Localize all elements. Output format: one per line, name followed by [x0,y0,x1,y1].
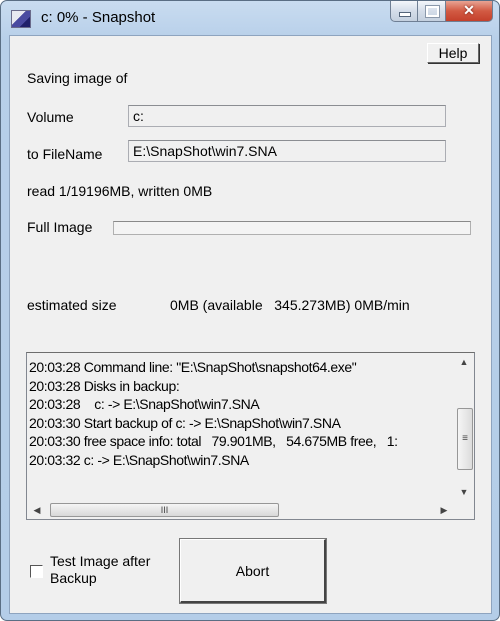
abort-button[interactable]: Abort [179,538,327,604]
caption-buttons: ✕ [390,1,493,22]
saving-heading: Saving image of [27,70,128,86]
maximize-button[interactable] [418,1,446,22]
close-button[interactable]: ✕ [446,1,493,22]
log-line: 20:03:28 c: -> E:\SnapShot\win7.SNA [29,396,260,412]
test-image-label-line2: Backup [50,570,97,586]
test-image-checkbox[interactable] [30,565,43,578]
estimated-size-value: 0MB (available 345.273MB) 0MB/min [170,297,410,313]
scroll-up-icon[interactable]: ▲ [456,357,472,367]
scroll-right-icon[interactable]: ▶ [436,505,452,516]
grip-icon: III [160,505,169,515]
log-line: 20:03:32 c: -> E:\SnapShot\win7.SNA [29,451,249,468]
volume-label: Volume [27,109,74,125]
log-line: 20:03:28 Disks in backup: [29,377,180,394]
scroll-left-icon[interactable]: ◀ [29,505,45,516]
close-icon: ✕ [463,2,475,18]
test-image-label-line1: Test Image after [50,553,151,569]
dialog-client-area: Help Saving image of Volume c: to FileNa… [9,35,492,614]
log-line: 20:03:30 free space info: total 79.901MB… [29,433,398,449]
horizontal-scrollbar[interactable]: ◀ III ▶ [27,501,456,519]
full-image-progress-bar [113,221,471,235]
snapshot-app-icon[interactable] [11,10,31,28]
log-lines: 20:03:28 Command line: "E:\SnapShot\snap… [29,358,454,469]
grip-icon: ≡ [462,433,468,444]
filename-label: to FileName [27,146,103,162]
full-image-label: Full Image [27,219,93,235]
log-listbox[interactable]: 20:03:28 Command line: "E:\SnapShot\snap… [26,352,475,520]
filename-field[interactable]: E:\SnapShot\win7.SNA [128,140,446,162]
window-title: c: 0% - Snapshot [41,9,156,26]
test-image-label[interactable]: Test Image after Backup [50,553,150,587]
maximize-icon [425,5,440,18]
vertical-scrollbar[interactable]: ▲ ≡ ▼ [456,353,474,501]
read-written-status: read 1/19196MB, written 0MB [27,183,213,199]
horizontal-scroll-thumb[interactable]: III [50,503,279,517]
minimize-button[interactable] [390,1,418,22]
log-line: 20:03:28 Command line: "E:\SnapShot\snap… [29,359,357,375]
help-button[interactable]: Help [427,43,479,63]
snapshot-window: c: 0% - Snapshot ✕ Help Saving image of … [0,0,500,621]
scroll-down-icon[interactable]: ▼ [456,487,472,497]
log-line: 20:03:30 Start backup of c: -> E:\SnapSh… [29,414,341,431]
vertical-scroll-thumb[interactable]: ≡ [457,408,473,470]
volume-field[interactable]: c: [128,105,446,127]
title-bar[interactable]: c: 0% - Snapshot ✕ [1,1,499,35]
minimize-icon [399,12,411,17]
estimated-size-label: estimated size [27,297,117,313]
